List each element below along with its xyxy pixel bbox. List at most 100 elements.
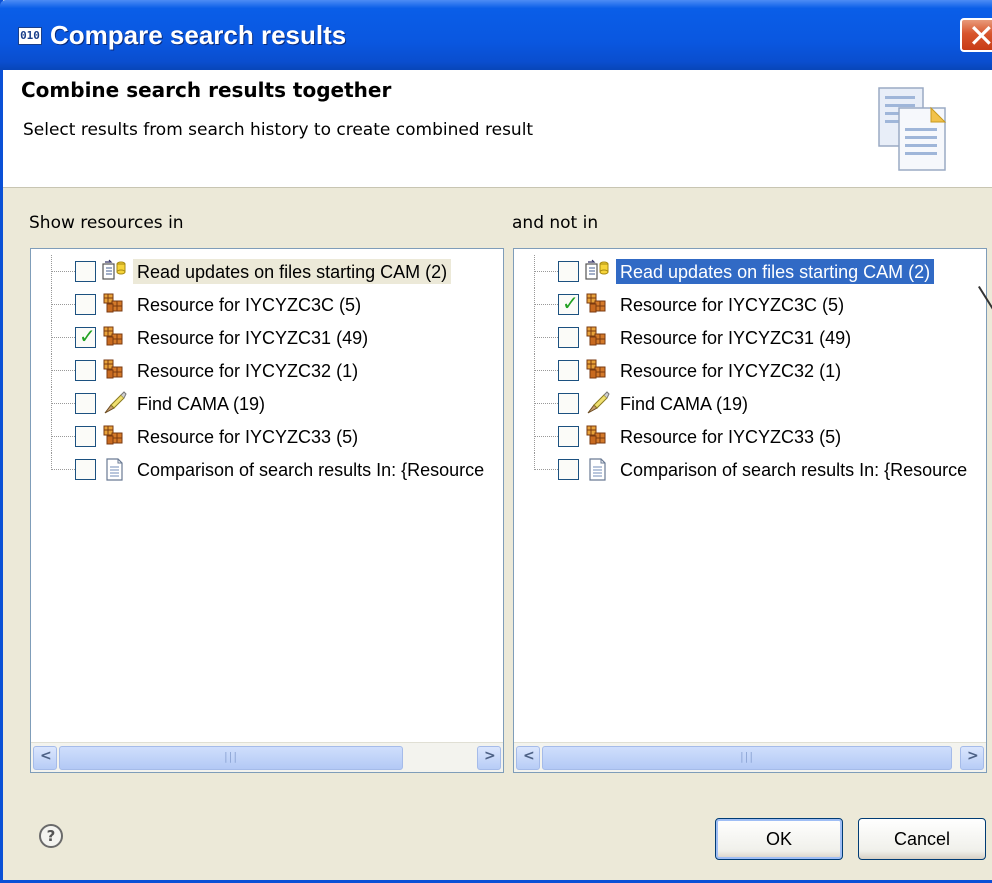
tree-connector — [51, 337, 75, 338]
checkmark-icon: ✓ — [79, 324, 96, 348]
scroll-thumb[interactable]: ||| — [542, 746, 952, 770]
item-label: Resource for IYCYZC3C (5) — [137, 295, 362, 315]
header-description: Select results from search history to cr… — [23, 120, 534, 140]
item-checkbox[interactable] — [75, 261, 96, 282]
item-label: Resource for IYCYZC31 (49) — [137, 328, 369, 348]
item-checkbox[interactable] — [75, 426, 96, 447]
show-resources-list[interactable]: Read updates on files starting CAM (2) Re… — [30, 248, 504, 773]
tree-item[interactable]: Resource for IYCYZC33 (5) — [534, 420, 986, 453]
item-checkbox[interactable]: ✓ — [75, 324, 96, 348]
tree-item[interactable]: Find CAMA (19) — [51, 387, 503, 420]
left-horizontal-scrollbar[interactable]: < ||| > — [31, 742, 503, 772]
tree-item[interactable]: Resource for IYCYZC32 (1) — [51, 354, 503, 387]
read-updates-icon — [101, 259, 127, 284]
chevron-left-icon: < — [523, 748, 535, 764]
scroll-right-button[interactable]: > — [960, 746, 984, 770]
tree-connector — [51, 304, 75, 305]
tree-item[interactable]: Read updates on files starting CAM (2) — [534, 255, 986, 288]
resource-icon — [584, 325, 610, 350]
item-label: Find CAMA (19) — [137, 394, 266, 414]
resource-icon — [584, 358, 610, 383]
tree-connector — [534, 469, 558, 470]
resource-icon — [101, 358, 127, 383]
tree-item[interactable]: ✓ Resource for IYCYZC31 (49) — [51, 321, 503, 354]
compare-search-results-dialog: 010 Compare search results ✕ Combine sea… — [0, 0, 992, 883]
ok-button[interactable]: OK — [715, 818, 843, 860]
document-icon — [101, 457, 127, 482]
tree-item[interactable]: Resource for IYCYZC3C (5) — [51, 288, 503, 321]
tree-connector — [51, 370, 75, 371]
item-checkbox[interactable] — [75, 459, 96, 480]
tree-connector — [51, 403, 75, 404]
resource-icon — [584, 424, 610, 449]
resource-icon — [101, 325, 127, 350]
tree-item[interactable]: ✓ Resource for IYCYZC3C (5) — [534, 288, 986, 321]
item-checkbox[interactable] — [558, 327, 579, 348]
scroll-right-button[interactable]: > — [477, 746, 501, 770]
tree-item[interactable]: Comparison of search results In: {Resour… — [51, 453, 503, 486]
resource-icon — [584, 292, 610, 317]
item-checkbox[interactable]: ✓ — [558, 291, 579, 315]
help-icon[interactable]: ? — [39, 824, 63, 848]
item-checkbox[interactable] — [558, 459, 579, 480]
tree-connector — [534, 370, 558, 371]
tree-item[interactable]: Resource for IYCYZC31 (49) — [534, 321, 986, 354]
resource-icon — [101, 292, 127, 317]
item-label: Comparison of search results In: {Resour… — [620, 460, 968, 480]
item-label: Resource for IYCYZC32 (1) — [620, 361, 842, 381]
tree-connector — [51, 271, 75, 272]
right-horizontal-scrollbar[interactable]: < ||| > — [514, 742, 986, 772]
item-label: Comparison of search results In: {Resour… — [137, 460, 485, 480]
tree-connector — [534, 304, 558, 305]
and-not-in-list[interactable]: Read updates on files starting CAM (2) ✓ R… — [513, 248, 987, 773]
item-label: Find CAMA (19) — [620, 394, 749, 414]
app-window-icon: 010 — [18, 27, 42, 45]
item-checkbox[interactable] — [558, 261, 579, 282]
tree-item[interactable]: Comparison of search results In: {Resour… — [534, 453, 986, 486]
tree-item[interactable]: Find CAMA (19) — [534, 387, 986, 420]
document-icon — [584, 457, 610, 482]
title-bar[interactable]: 010 Compare search results ✕ — [0, 0, 992, 70]
tree-connector — [534, 337, 558, 338]
tree-connector — [534, 403, 558, 404]
grip-icon: ||| — [223, 750, 239, 763]
chevron-right-icon: > — [484, 748, 496, 764]
left-tree: Read updates on files starting CAM (2) Re… — [51, 255, 503, 486]
tree-item[interactable]: Resource for IYCYZC33 (5) — [51, 420, 503, 453]
item-checkbox[interactable] — [75, 393, 96, 414]
tree-connector — [51, 436, 75, 437]
item-label: Resource for IYCYZC33 (5) — [620, 427, 842, 447]
tree-connector — [51, 469, 75, 470]
find-icon — [584, 391, 610, 416]
right-tree: Read updates on files starting CAM (2) ✓ R… — [534, 255, 986, 486]
item-checkbox[interactable] — [558, 360, 579, 381]
scroll-left-button[interactable]: < — [33, 746, 57, 770]
item-label: Resource for IYCYZC31 (49) — [620, 328, 852, 348]
tree-item[interactable]: Resource for IYCYZC32 (1) — [534, 354, 986, 387]
scroll-left-button[interactable]: < — [516, 746, 540, 770]
grip-icon: ||| — [739, 750, 755, 763]
cancel-button[interactable]: Cancel — [858, 818, 986, 860]
tree-item[interactable]: Read updates on files starting CAM (2) — [51, 255, 503, 288]
item-checkbox[interactable] — [75, 294, 96, 315]
find-icon — [101, 391, 127, 416]
tree-connector — [51, 453, 52, 470]
item-label: Resource for IYCYZC33 (5) — [137, 427, 359, 447]
checkmark-icon: ✓ — [562, 291, 579, 315]
item-checkbox[interactable] — [558, 426, 579, 447]
item-checkbox[interactable] — [558, 393, 579, 414]
tree-connector — [534, 453, 535, 470]
header-area: Combine search results together Select r… — [3, 70, 992, 188]
item-label: Read updates on files starting CAM (2) — [616, 259, 935, 284]
item-checkbox[interactable] — [75, 360, 96, 381]
read-updates-icon — [584, 259, 610, 284]
item-label: Resource for IYCYZC3C (5) — [620, 295, 845, 315]
documents-icon — [878, 87, 947, 171]
close-button[interactable]: ✕ — [960, 17, 992, 55]
item-label: Resource for IYCYZC32 (1) — [137, 361, 359, 381]
scroll-thumb[interactable]: ||| — [59, 746, 403, 770]
and-not-in-label: and not in — [512, 213, 599, 233]
item-label: Read updates on files starting CAM (2) — [133, 259, 452, 284]
resource-icon — [101, 424, 127, 449]
tree-connector — [534, 436, 558, 437]
